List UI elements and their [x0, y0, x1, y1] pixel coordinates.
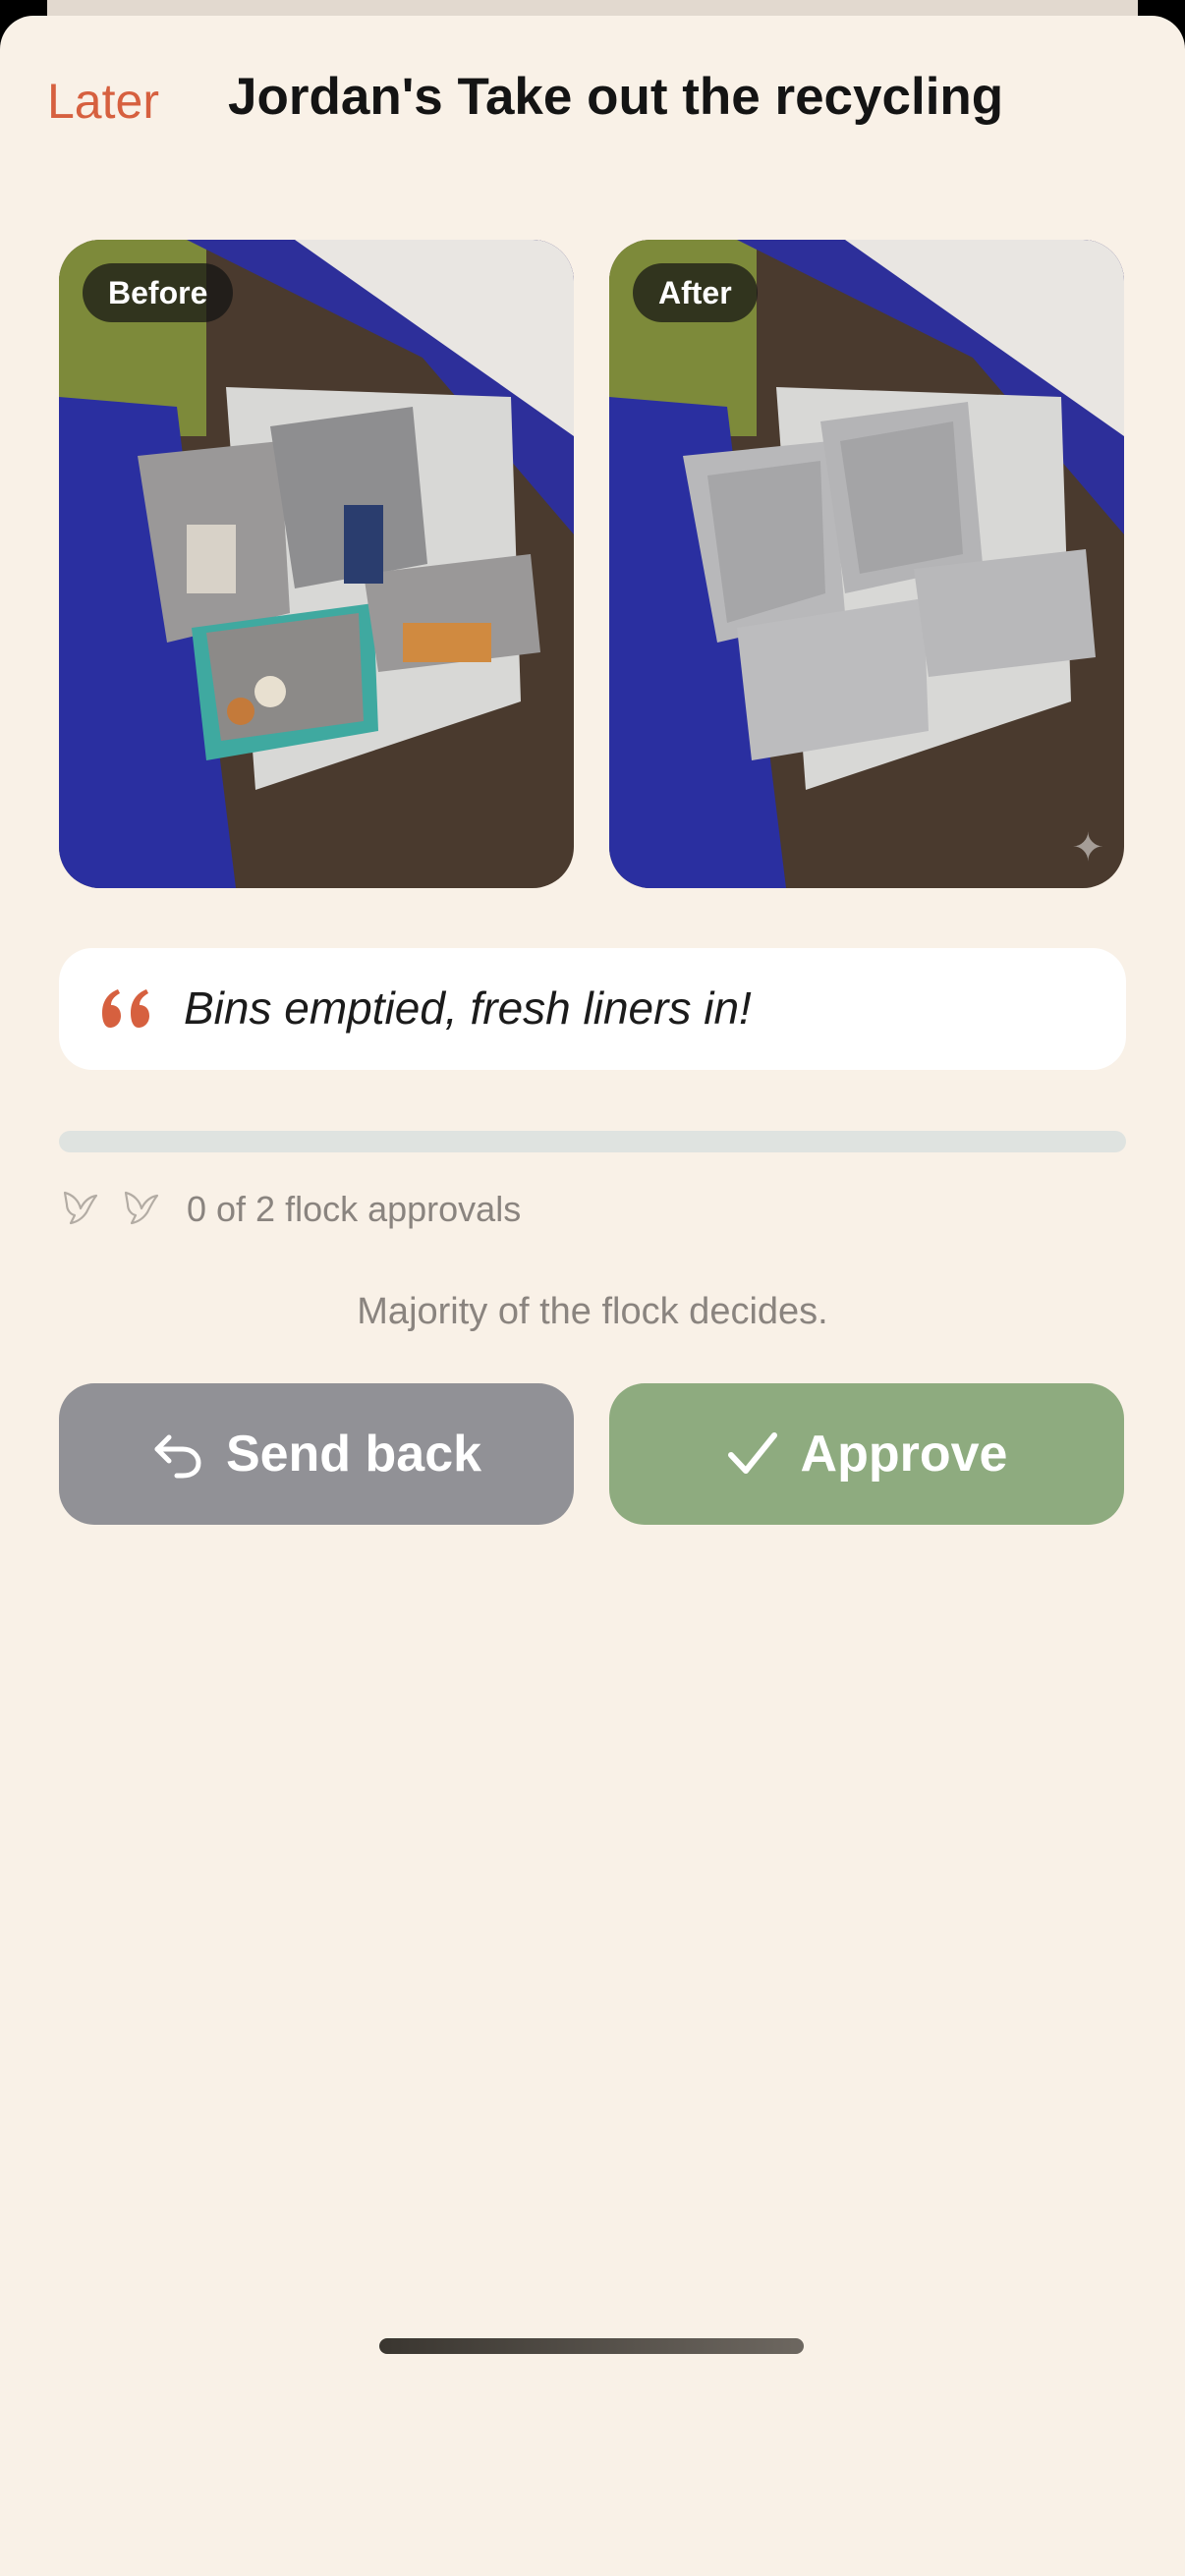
- later-button[interactable]: Later: [47, 73, 159, 130]
- approve-label: Approve: [800, 1426, 1008, 1483]
- after-photo-image: [609, 240, 1124, 888]
- before-photo-image: [59, 240, 574, 888]
- after-photo[interactable]: After ✦: [609, 240, 1124, 888]
- checkmark-icon: [727, 1432, 777, 1474]
- sparkle-icon: ✦: [1071, 826, 1104, 869]
- before-label: Before: [83, 263, 234, 322]
- page-title: Jordan's Take out the recycling: [228, 68, 1004, 126]
- quote-icon: [102, 989, 149, 1028]
- home-indicator[interactable]: [379, 2338, 804, 2354]
- approve-button[interactable]: Approve: [609, 1383, 1124, 1525]
- send-back-label: Send back: [225, 1426, 482, 1483]
- approval-progress-bar: [59, 1131, 1126, 1152]
- send-back-button[interactable]: Send back: [59, 1383, 574, 1525]
- bird-icon: [63, 1191, 98, 1225]
- after-label: After: [633, 263, 758, 322]
- approval-birds: [59, 1183, 163, 1226]
- comment-text: Bins emptied, fresh liners in!: [184, 982, 752, 1034]
- approval-count-text: 0 of 2 flock approvals: [187, 1189, 522, 1229]
- before-photo[interactable]: Before: [59, 240, 574, 888]
- bird-icon: [124, 1191, 159, 1225]
- decision-rule-text: Majority of the flock decides.: [357, 1291, 828, 1332]
- undo-arrow-icon: [154, 1434, 201, 1479]
- comment-card: Bins emptied, fresh liners in!: [59, 948, 1126, 1070]
- approval-sheet: Later Jordan's Take out the recycling Be…: [0, 16, 1185, 2576]
